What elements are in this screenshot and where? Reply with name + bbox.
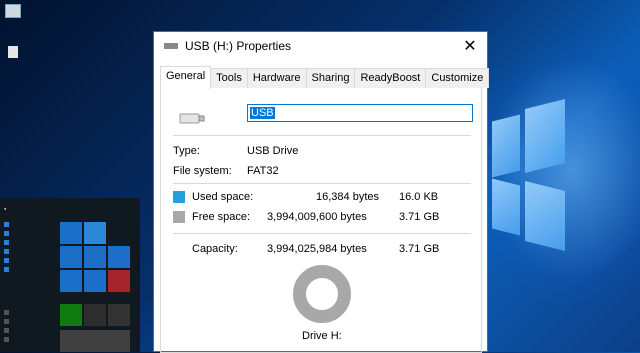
list-item[interactable]	[4, 220, 52, 229]
close-button[interactable]: ✕	[453, 36, 487, 56]
tab-hardware[interactable]: Hardware	[246, 68, 307, 88]
type-label: Type:	[173, 145, 200, 157]
start-menu: ●	[0, 198, 140, 352]
tab-general[interactable]: General	[160, 66, 212, 89]
tile[interactable]	[84, 304, 106, 326]
tab-strip: General Tools Hardware Sharing ReadyBoos…	[160, 66, 490, 89]
drive-name-input[interactable]: USB	[247, 104, 473, 122]
used-space-bytes: 16,384 bytes	[316, 191, 379, 203]
tab-sharing[interactable]: Sharing	[305, 68, 356, 88]
start-bottom-list	[4, 308, 54, 344]
list-item[interactable]	[4, 265, 52, 274]
close-icon: ✕	[463, 38, 477, 55]
tile[interactable]	[60, 330, 130, 352]
tile[interactable]	[108, 304, 130, 326]
tab-customize[interactable]: Customize	[425, 68, 490, 88]
drive-label: Drive H:	[302, 330, 342, 342]
free-space-label: Free space:	[192, 211, 251, 223]
properties-dialog: USB (H:) Properties ✕ General Tools Hard…	[153, 31, 490, 353]
tile[interactable]	[84, 246, 106, 268]
wallpaper-window-pane	[492, 114, 520, 178]
recycle-bin-icon	[8, 46, 18, 58]
type-value: USB Drive	[247, 145, 299, 157]
wallpaper-window-pane	[525, 181, 565, 251]
list-item[interactable]	[4, 256, 52, 265]
capacity-label: Capacity:	[192, 243, 238, 255]
tile[interactable]	[60, 304, 82, 326]
tab-tools[interactable]: Tools	[210, 68, 248, 88]
start-user[interactable]: ●	[4, 206, 6, 211]
free-space-bytes: 3,994,009,600 bytes	[267, 211, 367, 223]
tile[interactable]	[108, 246, 130, 268]
free-space-size: 3.71 GB	[399, 211, 440, 223]
drive-usage-donut	[293, 265, 351, 323]
wallpaper-window-pane	[492, 178, 520, 236]
start-app-list	[4, 220, 52, 274]
used-space-size: 16.0 KB	[399, 191, 439, 203]
divider	[173, 183, 471, 184]
wallpaper-window-pane	[525, 99, 565, 173]
file-system-label: File system:	[173, 165, 232, 177]
drive-icon	[164, 43, 178, 49]
divider	[173, 233, 471, 234]
list-item[interactable]	[4, 238, 52, 247]
tile[interactable]	[60, 270, 82, 292]
tile[interactable]	[84, 270, 106, 292]
list-item[interactable]	[4, 247, 52, 256]
file-system-value: FAT32	[247, 165, 279, 177]
list-item[interactable]	[4, 317, 54, 326]
drive-name-text: USB	[250, 107, 275, 119]
tile[interactable]	[108, 270, 130, 292]
computer-icon	[5, 4, 21, 18]
used-space-label: Used space:	[192, 191, 254, 203]
list-item[interactable]	[4, 335, 54, 344]
divider	[173, 135, 471, 136]
desktop-icon-recycle-bin[interactable]	[2, 46, 24, 60]
used-space-swatch	[173, 191, 185, 203]
free-space-swatch	[173, 211, 185, 223]
general-panel: USB Type: USB Drive File system: FAT32 U…	[160, 87, 482, 353]
title-bar[interactable]: USB (H:) Properties ✕	[154, 32, 487, 60]
desktop-icon-computer[interactable]	[2, 4, 24, 20]
list-item[interactable]	[4, 308, 54, 317]
capacity-size: 3.71 GB	[399, 243, 440, 255]
tile[interactable]	[60, 246, 82, 268]
tab-readyboost[interactable]: ReadyBoost	[354, 68, 427, 88]
tile[interactable]	[84, 222, 106, 244]
capacity-bytes: 3,994,025,984 bytes	[267, 243, 367, 255]
tile[interactable]	[60, 222, 82, 244]
dialog-title: USB (H:) Properties	[185, 39, 292, 53]
usb-drive-icon	[179, 113, 205, 124]
list-item[interactable]	[4, 326, 54, 335]
list-item[interactable]	[4, 229, 52, 238]
